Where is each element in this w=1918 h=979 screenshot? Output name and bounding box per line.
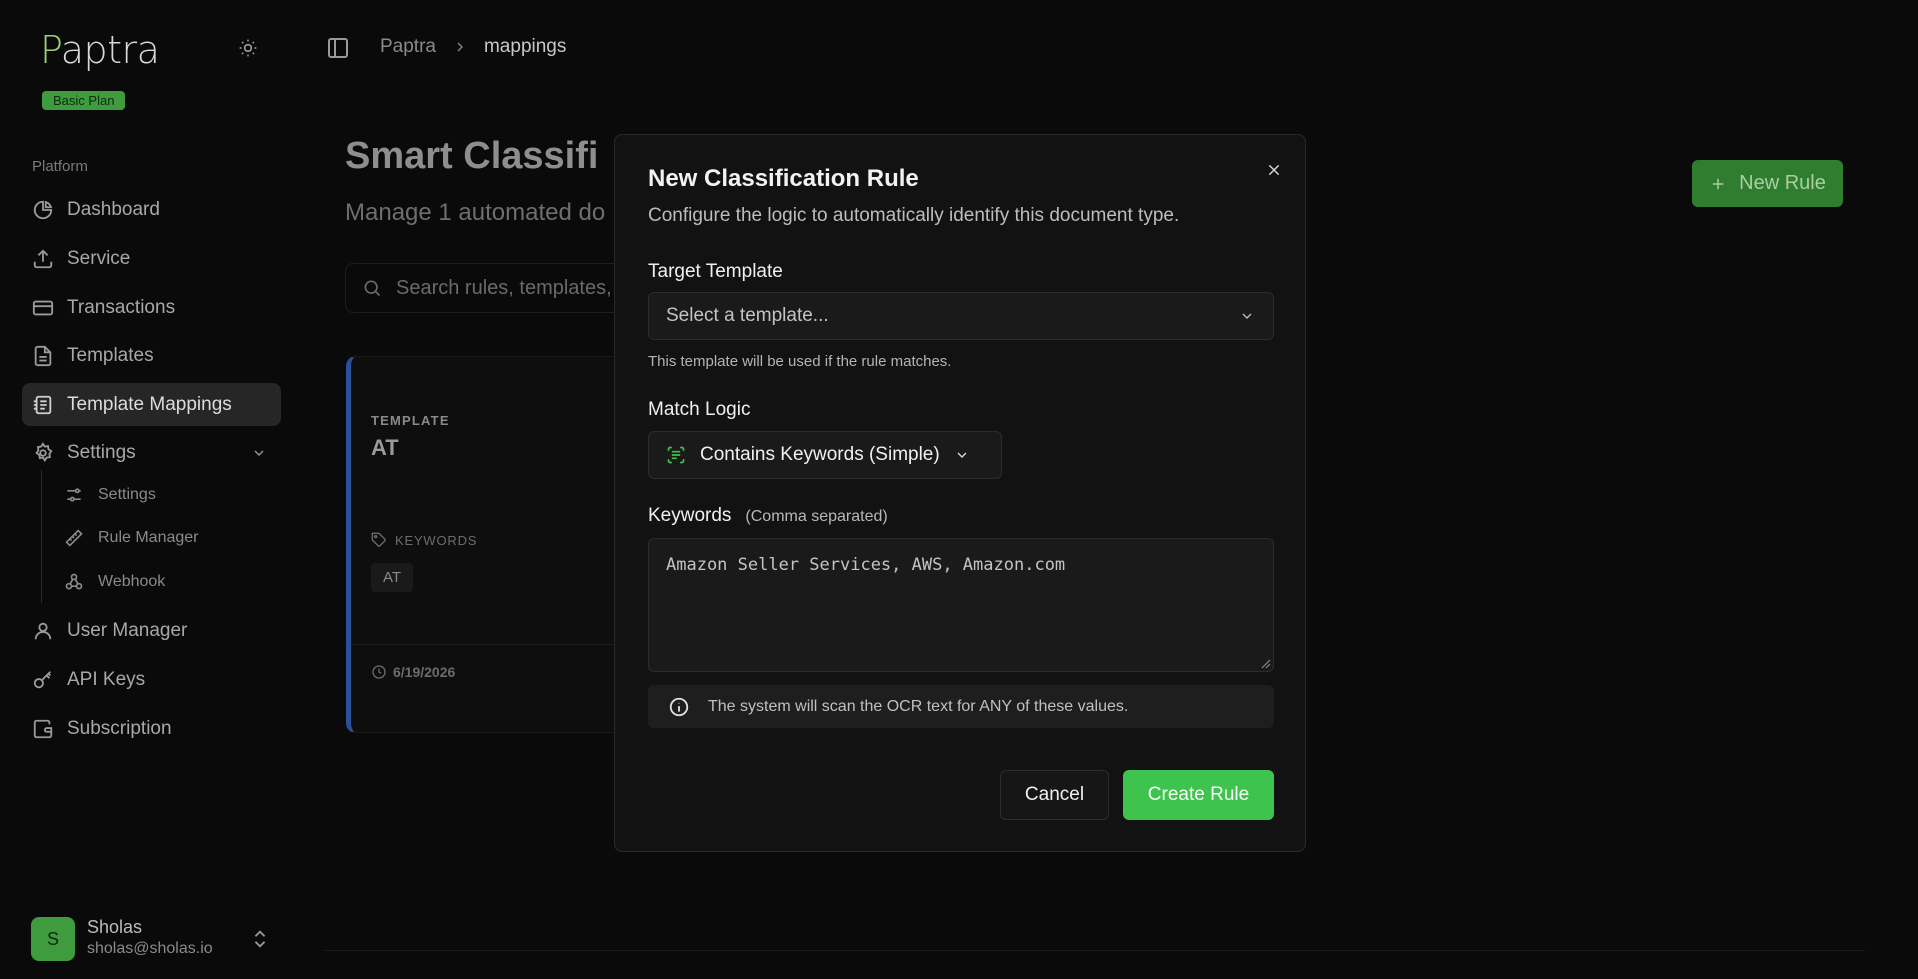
match-logic-label: Match Logic bbox=[648, 399, 751, 420]
target-template-select[interactable]: Select a template... bbox=[648, 292, 1274, 340]
plus-icon bbox=[1712, 178, 1724, 189]
dialog-title: New Classification Rule bbox=[648, 165, 919, 192]
target-template-placeholder: Select a template... bbox=[666, 305, 829, 326]
close-button[interactable] bbox=[1263, 159, 1285, 181]
info-text: The system will scan the OCR text for AN… bbox=[708, 697, 1129, 715]
clock-icon bbox=[372, 665, 386, 679]
theme-toggle-button[interactable] bbox=[234, 34, 262, 62]
sidebar-item-user-manager[interactable]: User Manager bbox=[22, 609, 281, 652]
match-logic-select[interactable]: Contains Keywords (Simple) bbox=[648, 431, 1002, 479]
sliders-icon bbox=[67, 488, 81, 502]
chevron-down-icon bbox=[1242, 313, 1252, 319]
resize-handle-icon[interactable] bbox=[1261, 659, 1271, 669]
ruler-icon bbox=[65, 529, 83, 547]
webhook-icon bbox=[65, 573, 83, 590]
sidebar-item-label: Subscription bbox=[67, 717, 172, 739]
app-logo[interactable]: Paptra bbox=[40, 28, 160, 72]
user-name: Sholas bbox=[87, 917, 143, 937]
page-title: Smart Classifi bbox=[345, 135, 599, 177]
target-template-label: Target Template bbox=[648, 261, 783, 282]
sidebar-item-label: Template Mappings bbox=[67, 393, 232, 415]
card-date: 6/19/2026 bbox=[371, 664, 455, 680]
sidebar-item-dashboard[interactable]: Dashboard bbox=[22, 188, 281, 231]
sidebar-item-label: User Manager bbox=[67, 619, 188, 641]
new-rule-button[interactable]: New Rule bbox=[1692, 160, 1843, 207]
file-text-icon bbox=[34, 345, 52, 366]
pie-chart-icon bbox=[33, 200, 53, 219]
card-label: TEMPLATE bbox=[371, 413, 450, 428]
keyword-chip: AT bbox=[371, 563, 414, 592]
card-keywords-label: KEYWORDS bbox=[371, 532, 477, 548]
sidebar-item-api-keys[interactable]: API Keys bbox=[22, 658, 281, 701]
keywords-note: (Comma separated) bbox=[745, 508, 888, 525]
target-template-hint: This template will be used if the rule m… bbox=[648, 353, 952, 370]
sidebar-item-label: Dashboard bbox=[67, 198, 160, 220]
breadcrumb-current: mappings bbox=[483, 36, 567, 57]
breadcrumb: Paptra mappings bbox=[380, 36, 566, 58]
chevron-down-icon bbox=[254, 450, 264, 456]
submenu-line bbox=[41, 470, 42, 603]
gear-icon bbox=[35, 441, 53, 462]
user-menu[interactable]: S Sholas sholas@sholas.io bbox=[31, 917, 281, 961]
close-icon bbox=[1268, 164, 1280, 176]
dialog-subtitle: Configure the logic to automatically ide… bbox=[648, 205, 1180, 226]
plan-badge: Basic Plan bbox=[42, 91, 126, 110]
sidebar-item-transactions[interactable]: Transactions bbox=[22, 286, 281, 329]
sidebar-subitem-settings[interactable]: Settings bbox=[64, 478, 156, 512]
create-rule-button[interactable]: Create Rule bbox=[1123, 770, 1274, 820]
sidebar-subitem-label: Webhook bbox=[98, 573, 166, 590]
chevrons-up-down-icon bbox=[254, 930, 266, 948]
sidebar-item-label: Service bbox=[67, 247, 131, 269]
sidebar-item-template-mappings[interactable]: Template Mappings bbox=[22, 383, 281, 426]
tag-icon bbox=[371, 532, 386, 547]
sidebar-item-label: API Keys bbox=[67, 668, 146, 690]
search-icon bbox=[364, 280, 381, 297]
upload-icon bbox=[33, 248, 53, 268]
info-banner: The system will scan the OCR text for AN… bbox=[648, 685, 1274, 728]
wallet-icon bbox=[33, 719, 53, 738]
keywords-label-row: Keywords (Comma separated) bbox=[648, 505, 888, 527]
footer-divider bbox=[323, 950, 1865, 951]
sidebar-subitem-rule-manager[interactable]: Rule Manager bbox=[64, 521, 199, 555]
section-label: Platform bbox=[32, 158, 88, 175]
new-rule-dialog: New Classification Rule Configure the lo… bbox=[614, 134, 1306, 852]
sidebar-item-subscription[interactable]: Subscription bbox=[22, 707, 281, 750]
sun-icon bbox=[239, 39, 257, 57]
mapping-icon bbox=[33, 395, 52, 414]
chevron-down-icon bbox=[957, 452, 967, 458]
match-logic-value: Contains Keywords (Simple) bbox=[700, 444, 940, 465]
keywords-textarea[interactable]: Amazon Seller Services, AWS, Amazon.com bbox=[648, 538, 1274, 672]
chevron-right-icon bbox=[457, 42, 463, 52]
sidebar-item-templates[interactable]: Templates bbox=[22, 334, 281, 377]
page-subtitle: Manage 1 automated do bbox=[345, 199, 606, 226]
sidebar-item-label: Settings bbox=[67, 441, 136, 463]
user-email: sholas@sholas.io bbox=[87, 940, 213, 957]
key-icon bbox=[33, 670, 51, 688]
sidebar-item-settings[interactable]: Settings bbox=[22, 431, 281, 474]
credit-card-icon bbox=[32, 300, 54, 315]
new-rule-label: New Rule bbox=[1739, 172, 1826, 194]
sidebar: Paptra Basic Plan Platform Dashboard Ser… bbox=[0, 0, 300, 979]
breadcrumb-root[interactable]: Paptra bbox=[380, 36, 436, 58]
sidebar-toggle-icon[interactable] bbox=[326, 36, 350, 60]
sidebar-item-service[interactable]: Service bbox=[22, 237, 281, 280]
avatar: S bbox=[31, 917, 75, 961]
cancel-button[interactable]: Cancel bbox=[1000, 770, 1109, 820]
search-placeholder: Search rules, templates, bbox=[396, 276, 612, 299]
sidebar-subitem-label: Rule Manager bbox=[98, 529, 199, 546]
keywords-value: Amazon Seller Services, AWS, Amazon.com bbox=[666, 555, 1066, 575]
user-icon bbox=[34, 622, 52, 639]
sidebar-subitem-label: Settings bbox=[98, 486, 156, 503]
card-title: AT bbox=[371, 435, 399, 460]
sidebar-item-label: Transactions bbox=[67, 296, 176, 318]
scan-text-icon bbox=[667, 446, 685, 464]
info-icon bbox=[669, 697, 689, 716]
sidebar-subitem-webhook[interactable]: Webhook bbox=[64, 565, 165, 599]
sidebar-item-label: Templates bbox=[67, 344, 154, 366]
keywords-label: Keywords bbox=[648, 505, 732, 526]
